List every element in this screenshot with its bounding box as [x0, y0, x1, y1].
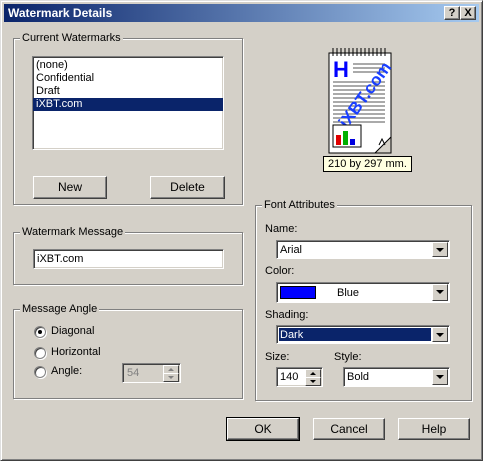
delete-button[interactable]: Delete: [150, 176, 225, 199]
font-style-dropdown-icon[interactable]: [432, 369, 448, 385]
shading-select[interactable]: Dark: [276, 325, 450, 344]
diagonal-radio[interactable]: [34, 326, 46, 338]
list-item-selected[interactable]: iXBT.com: [33, 98, 223, 111]
font-style-value: Bold: [347, 371, 370, 383]
angle-radio[interactable]: [34, 366, 46, 378]
font-name-dropdown-icon[interactable]: [432, 242, 448, 257]
watermark-preview: H iXBT.com: [327, 47, 395, 157]
preview-heading-letter: H: [333, 57, 349, 82]
page-preview-icon: H iXBT.com: [328, 48, 395, 154]
list-item[interactable]: Draft: [33, 85, 223, 98]
font-style-select[interactable]: Bold: [343, 367, 450, 387]
help-caption-button[interactable]: ?: [444, 6, 460, 20]
angle-value: 54: [127, 367, 140, 379]
size-label: Size:: [265, 351, 290, 363]
watermark-details-dialog: Watermark Details ? X Current Watermarks…: [0, 0, 483, 461]
close-button[interactable]: X: [460, 6, 476, 20]
font-name-label: Name:: [265, 223, 298, 235]
watermark-message-value: iXBT.com: [37, 253, 84, 265]
font-size-spinbox[interactable]: 140: [276, 367, 323, 387]
message-angle-group: Message Angle: [13, 303, 243, 399]
ok-button[interactable]: OK: [226, 417, 300, 441]
color-swatch: [280, 286, 316, 299]
watermark-message-input[interactable]: iXBT.com: [33, 249, 224, 269]
font-name-select[interactable]: Arial: [276, 240, 450, 259]
color-label: Color:: [265, 265, 295, 277]
horizontal-radio[interactable]: [34, 347, 46, 359]
diagonal-label: Diagonal: [51, 325, 95, 337]
font-size-spin-down[interactable]: [305, 377, 321, 386]
color-dropdown-icon[interactable]: [432, 284, 448, 301]
new-button[interactable]: New: [33, 176, 107, 199]
angle-spin-down[interactable]: [163, 373, 179, 382]
paper-size-label: 210 by 297 mm.: [323, 156, 412, 172]
style-label: Style:: [334, 351, 362, 363]
list-item[interactable]: Confidential: [33, 72, 223, 85]
angle-label: Angle:: [51, 365, 83, 377]
font-size-value: 140: [280, 371, 299, 383]
shading-label: Shading:: [265, 309, 309, 321]
watermark-message-label: Watermark Message: [20, 226, 126, 239]
color-select[interactable]: Blue: [276, 282, 450, 303]
window-title: Watermark Details: [8, 6, 113, 20]
color-value: Blue: [337, 287, 360, 299]
message-angle-label: Message Angle: [20, 303, 100, 316]
help-button[interactable]: Help: [398, 418, 470, 440]
shading-value: Dark: [280, 329, 304, 341]
shading-dropdown-icon[interactable]: [432, 327, 448, 342]
font-name-value: Arial: [280, 244, 303, 256]
angle-spinbox[interactable]: 54: [122, 363, 181, 383]
current-watermarks-label: Current Watermarks: [20, 32, 123, 45]
title-bar[interactable]: Watermark Details ? X: [4, 4, 479, 22]
watermarks-listbox[interactable]: (none) Confidential Draft iXBT.com: [32, 56, 224, 150]
list-item[interactable]: (none): [33, 59, 223, 72]
font-attributes-label: Font Attributes: [262, 199, 337, 212]
cancel-button[interactable]: Cancel: [313, 418, 385, 440]
horizontal-label: Horizontal: [51, 346, 101, 358]
